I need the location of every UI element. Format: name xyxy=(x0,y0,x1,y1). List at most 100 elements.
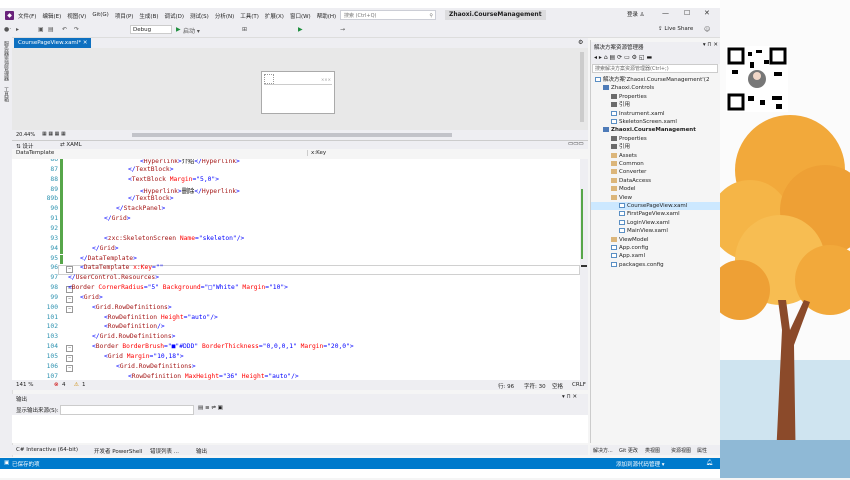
tree-item[interactable]: FirstPageView.xaml xyxy=(591,210,721,218)
solution-bottom-tab[interactable]: 属性 xyxy=(697,447,707,454)
code-line[interactable]: <Border CornerRadius="5" Background="□"W… xyxy=(68,284,288,291)
settings-icon[interactable]: ⚙ xyxy=(578,39,583,46)
minimize-button[interactable]: — xyxy=(662,9,669,17)
menu-item[interactable]: 帮助(H) xyxy=(317,12,336,20)
continue-icon[interactable]: ▶ xyxy=(298,26,303,33)
tree-item[interactable]: 引用 xyxy=(591,101,721,109)
close-tab-icon[interactable]: ✕ xyxy=(83,40,88,46)
bottom-tab[interactable]: 开发者 PowerShell xyxy=(94,447,142,455)
login-link[interactable]: 登录 ♙ xyxy=(627,10,645,18)
tree-item[interactable]: View xyxy=(591,194,721,202)
notification-icon[interactable]: 🔔︎ xyxy=(706,460,713,466)
code-line[interactable]: </TextBlock> xyxy=(128,195,174,202)
code-line[interactable]: <DataTemplate x:Key="" xyxy=(80,264,163,271)
warning-icon[interactable]: ⚠ xyxy=(74,382,79,388)
code-line[interactable]: <RowDefinition/> xyxy=(104,323,165,330)
tree-item[interactable]: Zhaoxi.Controls xyxy=(591,84,721,92)
code-line[interactable]: <Grid> xyxy=(80,294,103,301)
designer-artboard[interactable]: ××× xyxy=(261,71,335,114)
fold-toggle-icon[interactable]: − xyxy=(66,295,73,303)
code-line[interactable]: <RowDefinition Height="auto"/> xyxy=(104,314,218,321)
code-line[interactable]: </Grid> xyxy=(104,215,131,222)
toolbar-icon-a[interactable]: ⊞ xyxy=(242,26,247,33)
tree-item[interactable]: ViewModel xyxy=(591,236,721,244)
designer-vscroll[interactable] xyxy=(580,52,584,122)
start-button[interactable]: 启动 ▾ xyxy=(183,26,200,35)
tree-item[interactable]: CoursePageView.xaml xyxy=(591,202,721,211)
col-indicator[interactable]: 字符: 30 xyxy=(524,382,546,390)
code-line[interactable]: </TextBlock> xyxy=(128,166,174,173)
output-body[interactable] xyxy=(12,415,588,443)
code-line[interactable]: <Grid Margin="10,18"> xyxy=(104,353,184,360)
output-close-icon[interactable]: ▾ ⊓ ✕ xyxy=(562,394,577,400)
menu-item[interactable]: 工具(T) xyxy=(240,12,259,20)
output-source-select[interactable] xyxy=(60,405,194,415)
code-line[interactable]: <Border BorderBrush="■"#DDD" BorderThick… xyxy=(92,343,354,350)
menu-item[interactable]: 文件(F) xyxy=(18,12,36,20)
tree-item[interactable]: Model xyxy=(591,185,721,193)
menu-item[interactable]: 项目(P) xyxy=(115,12,134,20)
designer-hscroll[interactable] xyxy=(132,133,452,137)
solution-bottom-tab[interactable]: 类视图 xyxy=(645,447,660,454)
grid-icon[interactable]: ▦ ▦ ▦ ▦ xyxy=(42,131,66,137)
tree-item[interactable]: LoginView.xaml xyxy=(591,219,721,227)
fold-toggle-icon[interactable]: − xyxy=(66,355,73,362)
search-input[interactable]: 搜索 (Ctrl+Q) ⚲ xyxy=(340,10,436,20)
nav-scope[interactable]: DataTemplate xyxy=(16,150,54,156)
tree-item[interactable]: 引用 xyxy=(591,143,721,151)
code-line[interactable]: <Hyperlink>介绍</Hyperlink> xyxy=(140,159,240,165)
code-line[interactable]: <zxc:SkeletonScreen Name="skeleton"/> xyxy=(104,235,244,242)
solution-bottom-tab[interactable]: 资源视图 xyxy=(671,447,691,454)
nav-back-icon[interactable]: ●· xyxy=(4,26,11,33)
code-line[interactable]: </DataTemplate> xyxy=(80,255,137,262)
tree-item[interactable]: Assets xyxy=(591,152,721,160)
solution-bottom-tab[interactable]: Git 更改 xyxy=(619,447,638,454)
config-select[interactable]: Debug xyxy=(130,25,172,34)
xaml-designer-surface[interactable]: ××× xyxy=(12,48,588,130)
tree-item[interactable]: Instrument.xaml xyxy=(591,110,721,118)
tree-item[interactable]: 解决方案'Zhaoxi.CourseManagement'(2 xyxy=(591,76,721,84)
menu-item[interactable]: Git(G) xyxy=(92,12,109,20)
menu-item[interactable]: 扩展(X) xyxy=(265,12,284,20)
panel-close-icon[interactable]: ▾ ⊓ ✕ xyxy=(703,42,718,48)
fold-toggle-icon[interactable]: − xyxy=(66,345,73,353)
tree-item[interactable]: Converter xyxy=(591,168,721,176)
start-icon[interactable]: ▶ xyxy=(176,26,181,33)
tree-item[interactable]: DataAccess xyxy=(591,177,721,185)
fold-toggle-icon[interactable]: − xyxy=(66,266,73,274)
code-line[interactable]: <Grid.RowDefinitions> xyxy=(116,363,196,370)
tree-item[interactable]: SkeletonScreen.xaml xyxy=(591,118,721,126)
solution-tool-icons[interactable]: ◂ ▸ ⌂ ▤ ⟳ ▭ ⚙ ◱ ▬ xyxy=(594,54,652,61)
tree-item[interactable]: Common xyxy=(591,160,721,168)
code-line[interactable]: <RowDefinition MaxHeight="36" Height="au… xyxy=(128,373,299,380)
menu-item[interactable]: 测试(S) xyxy=(190,12,209,20)
feedback-icon[interactable]: ☺ xyxy=(704,26,710,33)
solution-search-input[interactable]: 搜索解决方案资源管理器(Ctrl+;) xyxy=(592,64,718,73)
close-button[interactable]: ✕ xyxy=(704,9,710,17)
code-line[interactable]: <Grid.RowDefinitions> xyxy=(92,304,172,311)
menu-item[interactable]: 编辑(E) xyxy=(42,12,61,20)
tab-coursepageview[interactable]: CoursePageView.xaml* ✕ xyxy=(14,38,92,48)
save-icon[interactable]: ▣ xyxy=(38,26,44,33)
tree-item[interactable]: MainView.xaml xyxy=(591,227,721,235)
tree-item[interactable]: App.config xyxy=(591,244,721,252)
editor-vscroll[interactable] xyxy=(580,159,588,380)
code-line[interactable]: <Hyperlink>删除</Hyperlink> xyxy=(140,186,240,195)
zoom-level[interactable]: 20.44% xyxy=(16,132,35,138)
tree-item[interactable]: Properties xyxy=(591,135,721,143)
fold-toggle-icon[interactable]: − xyxy=(66,305,73,313)
menu-item[interactable]: 分析(N) xyxy=(215,12,234,20)
source-control-button[interactable]: 添加到源代码管理 ▾ xyxy=(616,460,665,468)
tree-item[interactable]: App.xaml xyxy=(591,252,721,260)
step-icon[interactable]: → xyxy=(340,26,345,33)
nav-member[interactable]: x:Key xyxy=(307,150,326,156)
output-tool-icons[interactable]: ▤ ≡ ⇌ ▣ xyxy=(198,405,223,411)
indent-mode[interactable]: 空格 xyxy=(552,382,563,390)
live-share-button[interactable]: ⇪ Live Share xyxy=(658,26,693,32)
menu-item[interactable]: 视图(V) xyxy=(67,12,86,20)
tab-xaml[interactable]: ⇄ XAML xyxy=(60,142,82,148)
error-icon[interactable]: ⊗ xyxy=(54,382,59,388)
code-editor[interactable]: 86 <Hyperlink>介绍</Hyperlink> 87 </TextBlock… xyxy=(12,159,580,380)
code-line[interactable]: </StackPanel> xyxy=(116,205,165,212)
nav-forward-icon[interactable]: ▸ xyxy=(16,26,19,33)
